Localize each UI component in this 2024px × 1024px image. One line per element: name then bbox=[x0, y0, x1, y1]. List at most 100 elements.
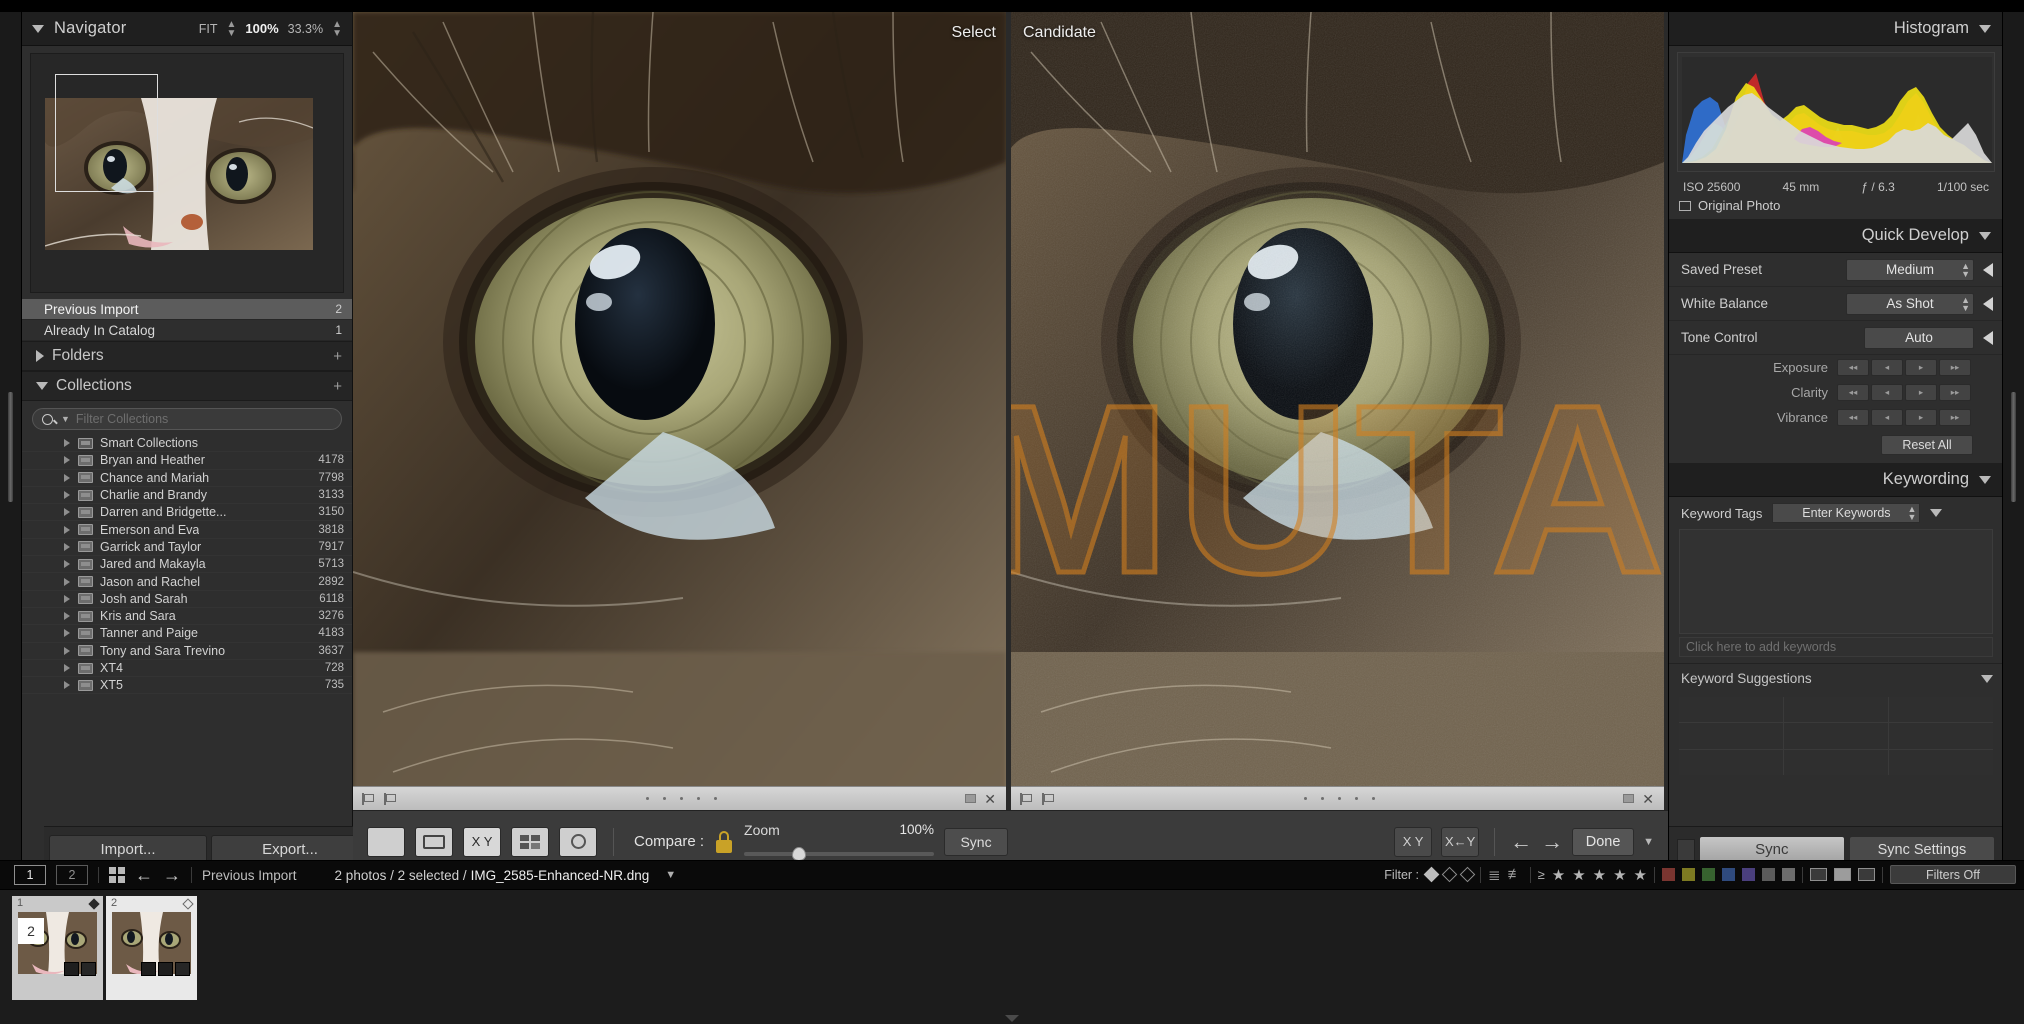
previous-photo-icon[interactable]: ← bbox=[1510, 830, 1532, 853]
keyword-list-area[interactable] bbox=[1679, 529, 1993, 634]
suggestion-cell[interactable] bbox=[1679, 749, 1783, 775]
stepper-icon[interactable]: ▲ ▼ bbox=[1961, 261, 1970, 278]
tone-control-expand-icon[interactable] bbox=[1983, 330, 1993, 345]
chevron-down-icon[interactable] bbox=[36, 382, 48, 390]
right-panel-edge[interactable] bbox=[2002, 12, 2024, 872]
right-panel-resize-grip[interactable] bbox=[2011, 392, 2016, 502]
navigator-zoom-100[interactable]: 100% bbox=[245, 21, 278, 36]
saved-preset-expand-icon[interactable] bbox=[1983, 262, 1993, 277]
add-collection-icon[interactable]: + bbox=[333, 378, 342, 395]
rating-star-1[interactable]: ★ bbox=[1552, 866, 1565, 884]
color-label-none[interactable] bbox=[1762, 868, 1775, 881]
vibrance-increase-button[interactable]: ▸ bbox=[1905, 409, 1937, 426]
attribute-filter-icon[interactable]: ≣ bbox=[1488, 866, 1501, 884]
collection-item[interactable]: Garrick and Taylor 7917 bbox=[22, 539, 352, 557]
thumb-badges[interactable] bbox=[141, 962, 190, 976]
clarity-increase-large-button[interactable]: ▸▸ bbox=[1939, 384, 1971, 401]
collection-item[interactable]: Kris and Sara 3276 bbox=[22, 608, 352, 626]
navigator-crop-rect[interactable] bbox=[55, 74, 158, 192]
color-label-swatch[interactable] bbox=[1623, 794, 1635, 803]
color-label-swatch[interactable] bbox=[965, 794, 977, 803]
chevron-down-icon[interactable] bbox=[1979, 24, 1991, 33]
suggestion-cell[interactable] bbox=[1679, 697, 1783, 723]
disclosure-triangle-icon[interactable] bbox=[64, 456, 70, 465]
suggestion-cell[interactable] bbox=[1889, 723, 1993, 749]
flag-reject-icon[interactable] bbox=[1042, 792, 1055, 805]
suggestion-cell[interactable] bbox=[1784, 749, 1888, 775]
filmstrip-thumb-2[interactable]: 2 bbox=[106, 896, 197, 1000]
disclosure-triangle-icon[interactable] bbox=[64, 508, 70, 517]
keyword-add-field[interactable]: Click here to add keywords bbox=[1679, 637, 1993, 657]
disclosure-triangle-icon[interactable] bbox=[64, 491, 70, 500]
add-folder-icon[interactable]: + bbox=[333, 348, 342, 365]
toolbar-options-icon[interactable]: ▼ bbox=[1643, 836, 1654, 848]
disclosure-triangle-icon[interactable] bbox=[64, 560, 70, 569]
color-label-blue[interactable] bbox=[1722, 868, 1735, 881]
filmstrip-layout-icon-2[interactable] bbox=[1834, 868, 1851, 881]
stepper-icon[interactable]: ▲ ▼ bbox=[1961, 295, 1970, 312]
keyword-badge-icon[interactable] bbox=[141, 962, 156, 976]
auto-tone-button[interactable]: Auto bbox=[1864, 326, 1974, 349]
navigator-fit-label[interactable]: FIT bbox=[199, 22, 218, 36]
collection-item[interactable]: Jason and Rachel 2892 bbox=[22, 573, 352, 591]
next-photo-icon[interactable]: → bbox=[1541, 830, 1563, 853]
filmstrip-thumb-1[interactable]: 1 2 bbox=[12, 896, 103, 1000]
zoom-slider-track[interactable] bbox=[744, 851, 935, 856]
collection-item[interactable]: XT4 728 bbox=[22, 660, 352, 678]
rating-operator[interactable]: ≥ bbox=[1538, 867, 1545, 882]
collections-header[interactable]: Collections + bbox=[22, 371, 352, 401]
grid-view-button[interactable] bbox=[367, 826, 405, 857]
chevron-down-icon[interactable] bbox=[1930, 509, 1943, 517]
close-icon[interactable]: ✕ bbox=[1642, 792, 1654, 806]
exposure-increase-large-button[interactable]: ▸▸ bbox=[1939, 359, 1971, 376]
flag-reject-icon[interactable] bbox=[384, 792, 397, 805]
chevron-down-icon[interactable] bbox=[1979, 231, 1991, 240]
forward-arrow-icon[interactable]: → bbox=[163, 865, 181, 886]
chevron-down-icon[interactable] bbox=[1981, 674, 1993, 683]
white-balance-select[interactable]: As Shot ▲ ▼ bbox=[1846, 292, 1974, 315]
clarity-increase-button[interactable]: ▸ bbox=[1905, 384, 1937, 401]
filmstrip-layout-icon-1[interactable] bbox=[1810, 868, 1827, 881]
clarity-decrease-button[interactable]: ◂ bbox=[1871, 384, 1903, 401]
filters-off-select[interactable]: Filters Off bbox=[1890, 865, 2016, 884]
keywording-header[interactable]: Keywording bbox=[1669, 463, 2003, 497]
disclosure-triangle-icon[interactable] bbox=[64, 629, 70, 638]
swap-button[interactable]: X Y bbox=[1394, 826, 1433, 857]
collection-item[interactable]: Smart Collections bbox=[22, 435, 352, 453]
fit-stepper-icon[interactable]: ▲ ▼ bbox=[226, 19, 236, 38]
crop-badge-icon[interactable] bbox=[158, 962, 173, 976]
filmstrip-collapse-icon[interactable] bbox=[1005, 1015, 1019, 1022]
disclosure-triangle-icon[interactable] bbox=[64, 473, 70, 482]
close-icon[interactable]: ✕ bbox=[984, 792, 996, 806]
left-panel-edge[interactable] bbox=[0, 12, 22, 872]
white-balance-expand-icon[interactable] bbox=[1983, 296, 1993, 311]
rating-star-2[interactable]: ★ bbox=[1572, 866, 1585, 884]
checkbox-icon[interactable] bbox=[1679, 200, 1691, 211]
collection-item[interactable]: Tony and Sara Trevino 3637 bbox=[22, 643, 352, 660]
keyword-suggestions-grid[interactable] bbox=[1679, 697, 1993, 775]
disclosure-triangle-icon[interactable] bbox=[64, 612, 70, 621]
folders-header[interactable]: Folders + bbox=[22, 341, 352, 371]
color-label-green[interactable] bbox=[1702, 868, 1715, 881]
histogram-panel[interactable] bbox=[1677, 52, 1995, 172]
zoom-slider-knob[interactable] bbox=[792, 846, 807, 861]
filmstrip-filename[interactable]: IMG_2585-Enhanced-NR.dng bbox=[471, 868, 650, 883]
collection-item[interactable]: Josh and Sarah 6118 bbox=[22, 591, 352, 608]
navigator-preview[interactable] bbox=[30, 53, 344, 293]
rating-dots[interactable] bbox=[645, 797, 717, 800]
filename-dropdown-icon[interactable]: ▼ bbox=[665, 869, 676, 881]
select-pane-toolbar[interactable]: ✕ bbox=[353, 786, 1006, 810]
collection-item[interactable]: Tanner and Paige 4183 bbox=[22, 625, 352, 643]
metadata-filter-icon[interactable]: ≢ bbox=[1508, 866, 1523, 883]
disclosure-triangle-icon[interactable] bbox=[64, 681, 70, 690]
collection-item[interactable]: Jared and Makayla 5713 bbox=[22, 556, 352, 574]
exposure-decrease-button[interactable]: ◂ bbox=[1871, 359, 1903, 376]
exposure-increase-button[interactable]: ▸ bbox=[1905, 359, 1937, 376]
sync-mode-toggle[interactable] bbox=[1677, 838, 1695, 861]
candidate-pane[interactable]: MUTAZ Candidate ✕ bbox=[1011, 12, 1664, 810]
candidate-pane-toolbar[interactable]: ✕ bbox=[1011, 786, 1664, 810]
color-label-custom[interactable] bbox=[1782, 868, 1795, 881]
lock-icon[interactable] bbox=[714, 830, 734, 853]
source-item-previous-import[interactable]: Previous Import 2 bbox=[22, 299, 352, 320]
suggestion-cell[interactable] bbox=[1889, 697, 1993, 723]
